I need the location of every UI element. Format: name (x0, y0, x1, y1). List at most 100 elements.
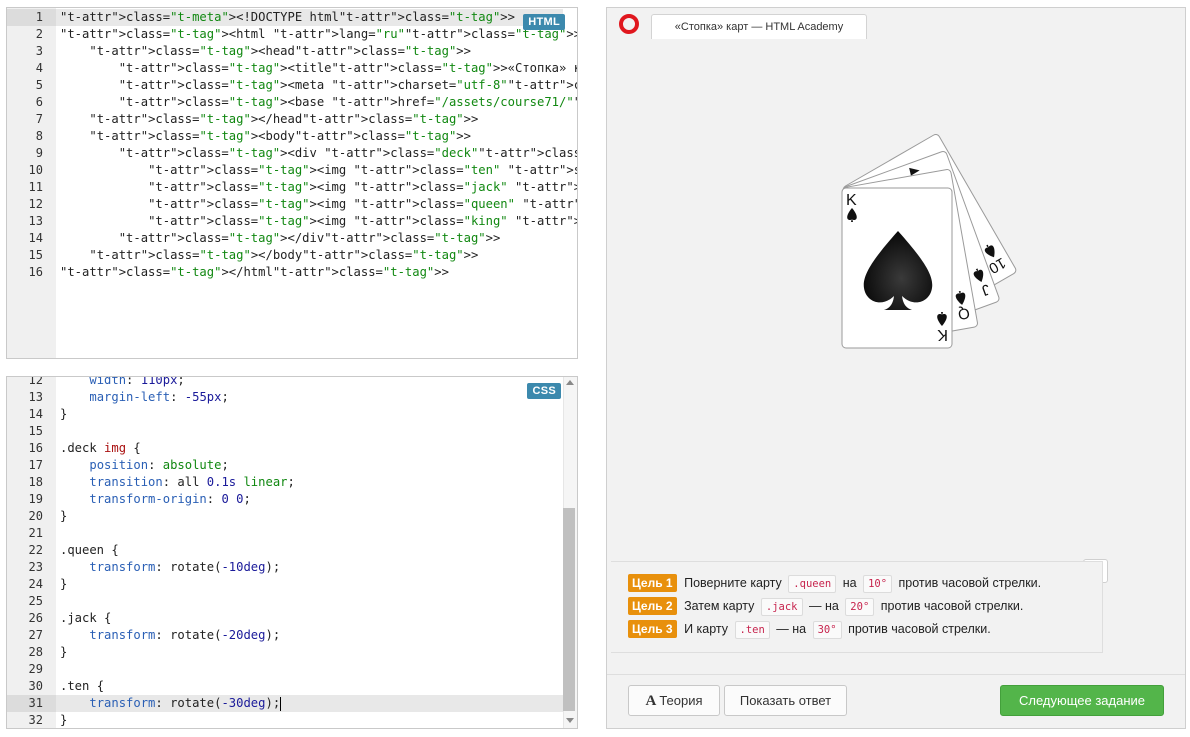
code-line[interactable]: } (60, 576, 67, 593)
scroll-up-arrow-icon[interactable] (566, 380, 574, 385)
code-line[interactable]: .queen { (60, 542, 119, 559)
code-line[interactable]: transform: rotate(-30deg); (60, 695, 282, 712)
line-number: 29 (28, 662, 43, 676)
task-1-code-selector: .queen (788, 575, 837, 593)
theory-button[interactable]: A Теория (628, 685, 720, 716)
line-number: 10 (28, 163, 43, 177)
code-line[interactable]: } (60, 508, 67, 525)
task-2-text-middle: — на (808, 599, 839, 613)
task-1-text-middle: на (842, 576, 857, 590)
code-line[interactable]: .ten { (60, 678, 104, 695)
line-number: 32 (28, 713, 43, 727)
task-2-label: Цель 2 (628, 597, 677, 615)
code-line[interactable]: "t-attr">class="t-tag"></html"t-attr">cl… (60, 264, 449, 281)
task-3-text-middle: — на (776, 622, 807, 636)
bottom-toolbar: A Теория Показать ответ Следующее задание (607, 674, 1185, 728)
king-rank-label-bottom: K (937, 326, 948, 343)
code-line[interactable]: "t-attr">class="t-tag"><body"t-attr">cla… (60, 128, 471, 145)
code-line[interactable]: .deck img { (60, 440, 141, 457)
task-3-text-after: против часовой стрелки. (848, 622, 991, 636)
task-3: Цель 3 И карту .ten — на 30° против часо… (628, 619, 991, 639)
next-task-button[interactable]: Следующее задание (1000, 685, 1164, 716)
code-line[interactable]: } (60, 644, 67, 661)
code-line[interactable]: margin-left: -55px; (60, 389, 228, 406)
code-line[interactable]: } (60, 712, 67, 728)
task-2-code-angle: 20° (845, 598, 875, 616)
browser-preview: «Стопка» карт — HTML Academy 10 J Q K K … (606, 7, 1186, 729)
code-line[interactable]: "t-attr">class="t-tag"></head"t-attr">cl… (60, 111, 478, 128)
code-line[interactable]: "t-attr">class="t-tag"><img "t-attr">cla… (60, 213, 577, 230)
preview-viewport: 10 J Q K K (607, 39, 1185, 559)
code-line[interactable]: "t-attr">class="t-tag"><div "t-attr">cla… (60, 145, 577, 162)
line-number: 13 (28, 214, 43, 228)
code-line[interactable]: position: absolute; (60, 457, 228, 474)
scroll-down-arrow-icon[interactable] (566, 718, 574, 723)
code-line[interactable]: "t-attr">class="t-tag"><html "t-attr">la… (60, 26, 577, 43)
code-line[interactable]: width: 110px; (60, 377, 184, 389)
theory-icon: A (645, 693, 657, 709)
code-line[interactable]: "t-attr">class="t-tag"><img "t-attr">cla… (60, 179, 577, 196)
task-1-text-after: против часовой стрелки. (898, 576, 1042, 590)
line-number: 16 (28, 265, 43, 279)
line-number: 3 (35, 44, 43, 58)
code-line[interactable]: "t-attr">class="t-tag"><base "t-attr">hr… (60, 94, 577, 111)
code-line[interactable]: "t-attr">class="t-tag"></div"t-attr">cla… (60, 230, 501, 247)
task-1-code-angle: 10° (863, 575, 893, 593)
code-line[interactable]: transform: rotate(-10deg); (60, 559, 280, 576)
code-line[interactable]: "t-attr">class="t-tag"><title"t-attr">cl… (60, 60, 577, 77)
code-line[interactable]: "t-attr">class="t-tag"><img "t-attr">cla… (60, 162, 577, 179)
line-number: 24 (28, 577, 43, 591)
line-number: 12 (28, 376, 43, 387)
css-scrollbar[interactable] (563, 377, 577, 728)
line-number: 12 (28, 197, 43, 211)
line-number: 5 (35, 78, 43, 92)
line-number: 21 (28, 526, 43, 540)
code-line[interactable]: transition: all 0.1s linear; (60, 474, 294, 491)
task-3-text-before: И карту (684, 622, 729, 636)
theory-button-label: Теория (659, 693, 703, 708)
line-number: 16 (28, 441, 43, 455)
line-number: 17 (28, 458, 43, 472)
task-2: Цель 2 Затем карту .jack — на 20° против… (628, 596, 1023, 616)
code-line[interactable]: "t-attr">class="t-meta"><!DOCTYPE html"t… (60, 9, 515, 26)
html-line-gutter: 1 2 3 4 5 6 7 8 9 10 11 12 13 14 15 16 (7, 8, 56, 358)
code-line[interactable]: "t-attr">class="t-tag"><meta "t-attr">ch… (60, 77, 577, 94)
line-number: 15 (28, 248, 43, 262)
css-scrollbar-thumb[interactable] (563, 508, 575, 711)
code-line[interactable]: "t-attr">class="t-tag"><img "t-attr">cla… (60, 196, 577, 213)
line-number: 14 (28, 407, 43, 421)
line-number: 14 (28, 231, 43, 245)
show-answer-button[interactable]: Показать ответ (724, 685, 847, 716)
browser-tab[interactable]: «Стопка» карт — HTML Academy (651, 14, 867, 40)
line-number: 15 (28, 424, 43, 438)
task-3-code-selector: .ten (734, 621, 770, 639)
task-1-text-before: Поверните карту (684, 576, 782, 590)
line-number: 23 (28, 560, 43, 574)
task-1-label: Цель 1 (628, 574, 677, 592)
task-2-text-before: Затем карту (684, 599, 755, 613)
line-number: 8 (35, 129, 43, 143)
card-king: K K (841, 187, 953, 349)
css-editor-panel[interactable]: 12 13 14 15 16 17 18 19 20 21 22 23 24 25 26 27 28 29 30 31… (6, 376, 578, 729)
task-3-label: Цель 3 (628, 620, 677, 638)
line-number: 28 (28, 645, 43, 659)
code-line[interactable]: transform: rotate(-20deg); (60, 627, 280, 644)
line-number: 4 (35, 61, 43, 75)
code-line[interactable]: "t-attr">class="t-tag"><head"t-attr">cla… (60, 43, 471, 60)
line-number: 6 (35, 95, 43, 109)
code-line[interactable]: .jack { (60, 610, 111, 627)
line-number: 11 (28, 180, 43, 194)
code-line[interactable]: } (60, 406, 67, 423)
line-number: 26 (28, 611, 43, 625)
browser-tabbar: «Стопка» карт — HTML Academy (607, 8, 1185, 40)
code-line[interactable]: transform-origin: 0 0; (60, 491, 250, 508)
html-editor-panel[interactable]: 1 2 3 4 5 6 7 8 9 10 11 12 13 14 15 16 "t-attr">class="… (6, 7, 578, 359)
code-line[interactable]: "t-attr">class="t-tag"></body"t-attr">cl… (60, 247, 478, 264)
task-1: Цель 1 Поверните карту .queen на 10° про… (628, 573, 1041, 593)
html-badge: HTML (523, 14, 565, 30)
line-number: 7 (35, 112, 43, 126)
line-number: 31 (7, 695, 56, 712)
task-2-text-after: против часовой стрелки. (880, 599, 1024, 613)
line-number: 2 (35, 27, 43, 41)
line-number: 9 (35, 146, 43, 160)
